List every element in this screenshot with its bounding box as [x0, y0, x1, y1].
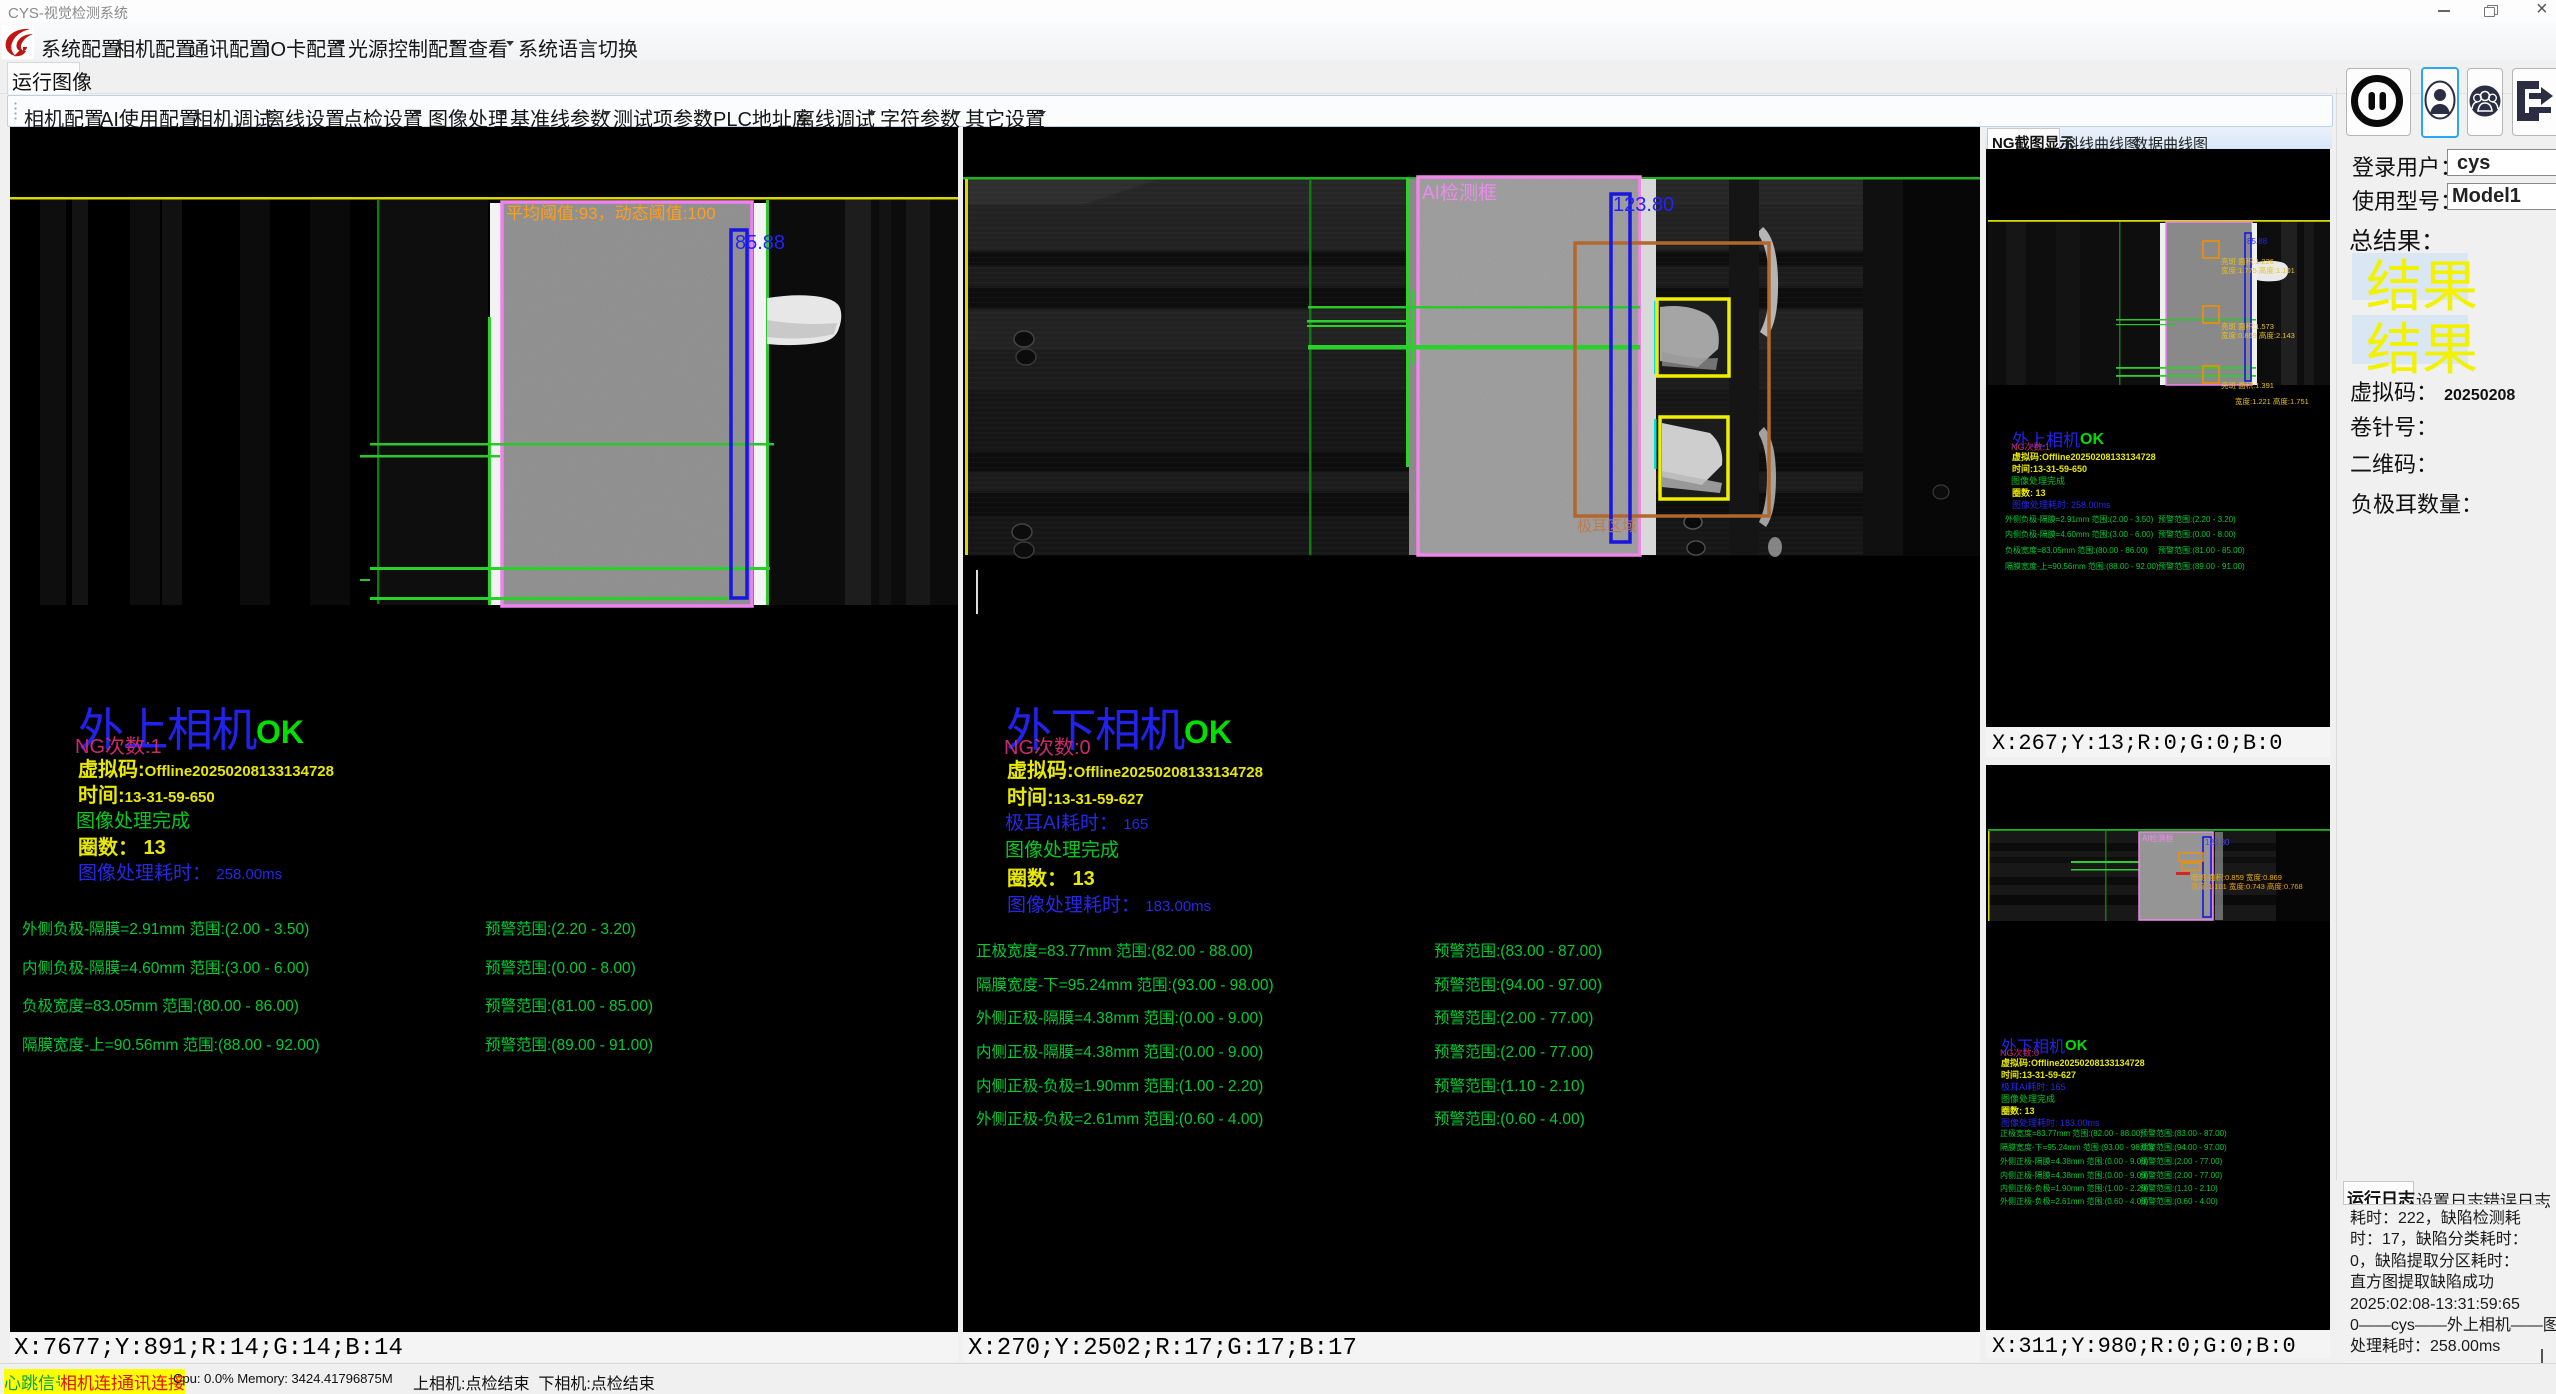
svg-text:极耳区域: 极耳区域: [1577, 518, 1637, 535]
svg-text:AI检测框: AI检测框: [2142, 833, 2174, 843]
svg-text:123.80: 123.80: [2205, 838, 2230, 847]
svg-text:亮斑 面积:1.391: 亮斑 面积:1.391: [2221, 380, 2274, 389]
svg-text:123.80: 123.80: [1613, 194, 1674, 216]
svg-text:宽度:1.775 高度:1.101: 宽度:1.775 高度:1.101: [2221, 265, 2295, 275]
svg-text:平均阈值:93，动态阈值:100: 平均阈值:93，动态阈值:100: [506, 204, 716, 223]
svg-text:85.88: 85.88: [2247, 237, 2268, 246]
svg-text:暗斑 面积:0.859 宽度:0.869: 暗斑 面积:0.859 宽度:0.869: [2191, 872, 2282, 882]
svg-text:AI检测框: AI检测框: [1422, 182, 1497, 204]
svg-text:亮斑 面积:1.573: 亮斑 面积:1.573: [2221, 321, 2274, 331]
svg-text:亮斑 面积:1.226: 亮斑 面积:1.226: [2221, 256, 2274, 266]
svg-text:宽度:0.869 高度:2.143: 宽度:0.869 高度:2.143: [2221, 330, 2295, 340]
svg-text:高度:1.101 宽度:0.743 高度:0.768: 高度:1.101 宽度:0.743 高度:0.768: [2191, 881, 2303, 891]
svg-text:85.88: 85.88: [735, 232, 785, 254]
